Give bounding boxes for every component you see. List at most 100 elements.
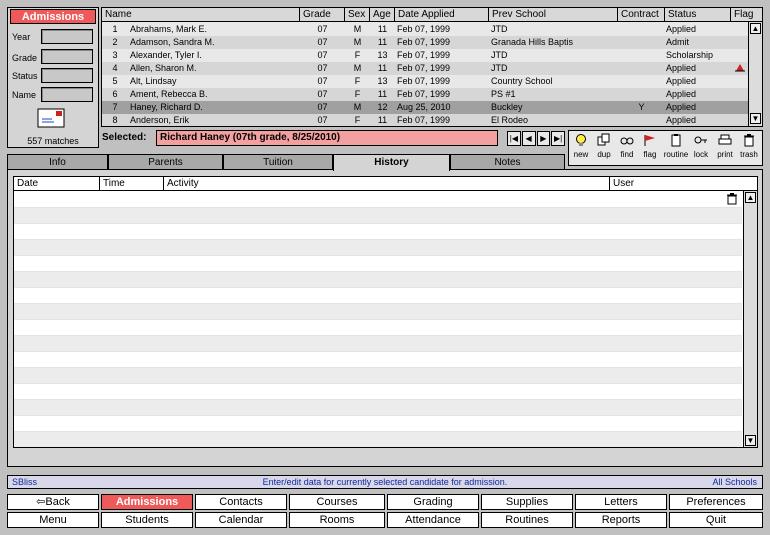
nav-grading-button[interactable]: Grading <box>387 494 479 510</box>
grade-filter-field[interactable] <box>41 49 93 64</box>
tab-tuition[interactable]: Tuition <box>223 154 333 170</box>
cell-school: JTD <box>491 63 508 73</box>
dup-button[interactable]: dup <box>592 133 616 159</box>
history-scrollbar[interactable]: ▲ ▼ <box>743 191 757 447</box>
name-filter-field[interactable] <box>41 87 93 102</box>
next-record-button[interactable]: ▶ <box>536 131 551 146</box>
cell-contract: Y <box>638 102 645 112</box>
student-table-scrollbar[interactable]: ▲ ▼ <box>748 22 762 126</box>
tab-history[interactable]: History <box>333 154 450 171</box>
nav-contacts-button[interactable]: Contacts <box>195 494 287 510</box>
table-row[interactable]: 5 Alt, Lindsay 07 F 13 Feb 07, 1999 Country Sc… <box>102 75 748 88</box>
nav-students-button[interactable]: Students <box>101 512 193 528</box>
history-row[interactable] <box>14 320 742 336</box>
filter-label-year: Year <box>12 32 31 42</box>
col-header-time[interactable]: Time <box>100 177 164 191</box>
cell-status: Applied <box>666 102 697 112</box>
history-row[interactable] <box>14 272 742 288</box>
history-row[interactable] <box>14 304 742 320</box>
cell-status: Applied <box>666 63 697 73</box>
cell-sex: M <box>353 63 362 73</box>
scroll-up-button[interactable]: ▲ <box>750 23 761 34</box>
print-button[interactable]: print <box>713 133 737 159</box>
lock-button[interactable]: lock <box>689 133 713 159</box>
find-button[interactable]: find <box>615 133 639 159</box>
cell-sex: M <box>353 102 362 112</box>
cell-num: 5 <box>112 76 118 86</box>
nav-rooms-button[interactable]: Rooms <box>289 512 385 528</box>
cell-grade: 07 <box>317 76 328 86</box>
col-header-activity[interactable]: Activity <box>164 177 610 191</box>
trash-button[interactable]: trash <box>737 133 761 159</box>
history-row[interactable] <box>14 256 742 272</box>
col-header-user[interactable]: User <box>610 177 757 191</box>
nav-calendar-button[interactable]: Calendar <box>195 512 287 528</box>
history-row[interactable] <box>14 288 742 304</box>
scroll-up-button[interactable]: ▲ <box>745 192 756 203</box>
table-row[interactable]: 8 Anderson, Erik 07 F 11 Feb 07, 1999 El Rodeo… <box>102 114 748 126</box>
status-message: Enter/edit data for currently selected c… <box>262 477 508 487</box>
nav-supplies-button[interactable]: Supplies <box>481 494 573 510</box>
table-row[interactable]: 3 Alexander, Tyler I. 07 F 13 Feb 07, 1999 JTD… <box>102 49 748 62</box>
history-row[interactable] <box>14 352 742 368</box>
flag-icon <box>735 62 747 75</box>
col-header-status[interactable]: Status <box>665 8 731 22</box>
table-row[interactable]: 2 Adamson, Sandra M. 07 M 11 Feb 07, 1999 Gran… <box>102 36 748 49</box>
col-header-contract[interactable]: Contract <box>618 8 665 22</box>
nav-courses-button[interactable]: Courses <box>289 494 385 510</box>
nav-routines-button[interactable]: Routines <box>481 512 573 528</box>
tab-info[interactable]: Info <box>7 154 108 170</box>
col-header-age[interactable]: Age <box>370 8 395 22</box>
first-record-button[interactable]: |◀ <box>507 131 521 146</box>
cell-grade: 07 <box>317 102 328 112</box>
history-row[interactable] <box>14 416 742 432</box>
nav-menu-button[interactable]: Menu <box>7 512 99 528</box>
tab-parents[interactable]: Parents <box>108 154 223 170</box>
table-row[interactable]: 6 Ament, Rebecca B. 07 F 11 Feb 07, 1999 PS #1… <box>102 88 748 101</box>
history-row[interactable] <box>14 224 742 240</box>
history-row[interactable] <box>14 336 742 352</box>
history-row[interactable] <box>14 192 742 208</box>
nav-admissions-button[interactable]: Admissions <box>101 494 193 510</box>
nav-reports-button[interactable]: Reports <box>575 512 667 528</box>
nav-letters-button[interactable]: Letters <box>575 494 667 510</box>
col-header-sex[interactable]: Sex <box>345 8 370 22</box>
history-row[interactable] <box>14 208 742 224</box>
nav-attendance-button[interactable]: Attendance <box>387 512 479 528</box>
cell-age: 12 <box>377 102 388 112</box>
nav-preferences-button[interactable]: Preferences <box>669 494 763 510</box>
col-header-grade[interactable]: Grade <box>300 8 345 22</box>
table-row[interactable]: 4 Allen, Sharon M. 07 M 11 Feb 07, 1999 JTD App… <box>102 62 748 75</box>
col-header-name[interactable]: Name <box>102 8 300 22</box>
filter-label-status: Status <box>12 71 38 81</box>
history-row[interactable] <box>14 240 742 256</box>
col-header-date-applied[interactable]: Date Applied <box>395 8 489 22</box>
scroll-down-button[interactable]: ▼ <box>745 435 756 446</box>
flag-button[interactable]: flag <box>638 133 662 159</box>
routine-button[interactable]: routine <box>661 133 691 159</box>
col-header-flag[interactable]: Flag <box>731 8 762 22</box>
nav-quit-button[interactable]: Quit <box>669 512 763 528</box>
envelope-icon[interactable] <box>37 108 65 128</box>
cell-num: 3 <box>112 50 118 60</box>
status-filter-field[interactable] <box>41 68 93 83</box>
history-row[interactable] <box>14 400 742 416</box>
history-row[interactable] <box>14 368 742 384</box>
col-header-prev-school[interactable]: Prev School <box>489 8 618 22</box>
last-record-button[interactable]: ▶| <box>551 131 565 146</box>
table-row[interactable]: 1 Abrahams, Mark E. 07 M 11 Feb 07, 1999 JTD Ap… <box>102 23 748 36</box>
year-filter-field[interactable] <box>41 29 93 44</box>
cell-name: Adamson, Sandra M. <box>130 37 215 47</box>
table-row[interactable]: 7 Haney, Richard D. 07 M 12 Aug 25, 2010 Buckl… <box>102 101 748 114</box>
history-row[interactable] <box>14 384 742 400</box>
previous-record-button[interactable]: ◀ <box>521 131 536 146</box>
find-label: find <box>620 150 634 159</box>
col-header-date[interactable]: Date <box>14 177 100 191</box>
back-button[interactable]: ⇦Back <box>7 494 99 510</box>
cell-sex: F <box>354 50 361 60</box>
new-button[interactable]: new <box>569 133 593 159</box>
history-row[interactable] <box>14 432 742 447</box>
scroll-down-button[interactable]: ▼ <box>750 113 761 124</box>
delete-entry-button[interactable] <box>726 193 738 205</box>
tab-notes[interactable]: Notes <box>450 154 565 170</box>
